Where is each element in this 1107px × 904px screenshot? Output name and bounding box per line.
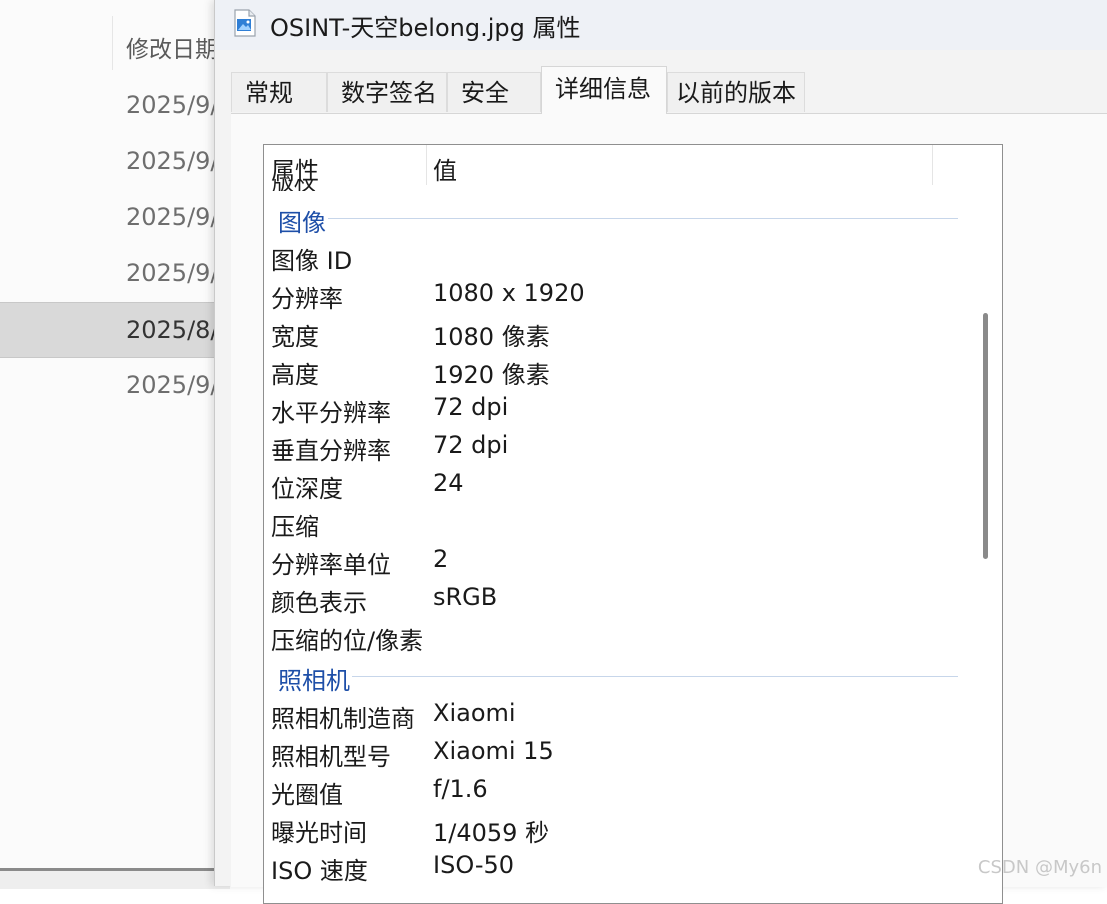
property-row[interactable]: 高度 1920 像素 xyxy=(264,353,964,391)
property-row[interactable]: 压缩的位/像素 xyxy=(264,619,964,657)
file-row[interactable]: 2025/9/ xyxy=(0,246,230,300)
file-row-date: 2025/9/ xyxy=(126,371,219,399)
property-key: 颜色表示 xyxy=(271,589,367,617)
group-header-image: 图像 xyxy=(264,203,964,238)
tab-label: 常规 xyxy=(245,79,293,107)
property-key: 垂直分辨率 xyxy=(271,437,391,465)
property-row[interactable]: 分辨率 1080 x 1920 xyxy=(264,277,964,315)
property-value: 1080 x 1920 xyxy=(433,279,585,307)
details-panel: 属性 值 版权 图像 图像 ID 分辨率 1080 x 1920 宽度 1080 像… xyxy=(231,113,1107,904)
vertical-scrollbar[interactable] xyxy=(972,185,1000,903)
property-value: ISO-50 xyxy=(433,851,515,879)
properties-dialog: OSINT-天空belong.jpg 属性 常规 数字签名 安全 详细信息 以前… xyxy=(214,0,1107,904)
property-row[interactable]: 颜色表示 sRGB xyxy=(264,581,964,619)
property-row[interactable]: 压缩 xyxy=(264,505,964,543)
property-value: 1/4059 秒 xyxy=(433,819,550,847)
property-key: 压缩 xyxy=(271,513,319,541)
property-key: 分辨率 xyxy=(271,285,343,313)
list-header: 属性 值 xyxy=(264,145,964,185)
property-row[interactable]: 照相机制造商 Xiaomi xyxy=(264,697,964,735)
file-row-date: 2025/8/ xyxy=(126,316,219,344)
property-row[interactable]: 位深度 24 xyxy=(264,467,964,505)
property-key: 照相机型号 xyxy=(271,743,391,771)
property-row[interactable]: 分辨率单位 2 xyxy=(264,543,964,581)
column-header-label: 修改日期 xyxy=(126,37,218,63)
property-row[interactable]: 垂直分辨率 72 dpi xyxy=(264,429,964,467)
property-value: Xiaomi 15 xyxy=(433,737,554,765)
column-divider[interactable] xyxy=(932,145,933,185)
tab-digital-signatures[interactable]: 数字签名 xyxy=(327,72,447,112)
property-value: sRGB xyxy=(433,583,498,611)
tab-details[interactable]: 详细信息 xyxy=(541,66,667,114)
scrollbar-thumb[interactable] xyxy=(983,313,988,559)
property-key: 水平分辨率 xyxy=(271,399,391,427)
column-header-value[interactable]: 值 xyxy=(433,151,457,186)
file-row[interactable]: 2025/9/ xyxy=(0,358,230,412)
property-value: 72 dpi xyxy=(433,431,509,459)
property-value: 1080 像素 xyxy=(433,323,550,351)
property-key: 分辨率单位 xyxy=(271,551,391,579)
property-row[interactable]: 曝光时间 1/4059 秒 xyxy=(264,811,964,849)
watermark: CSDN @My6n xyxy=(977,857,1102,878)
property-value: 72 dpi xyxy=(433,393,509,421)
tab-previous-versions[interactable]: 以前的版本 xyxy=(667,72,805,112)
file-row[interactable]: 2025/9/ xyxy=(0,78,230,132)
property-key: 宽度 xyxy=(271,323,319,351)
property-list[interactable]: 属性 值 版权 图像 图像 ID 分辨率 1080 x 1920 宽度 1080 像… xyxy=(263,144,1003,904)
file-row-date: 2025/9/ xyxy=(126,91,219,119)
property-key: ISO 速度 xyxy=(271,857,368,885)
file-row-date: 2025/9/ xyxy=(126,259,219,287)
property-key: 图像 ID xyxy=(271,247,353,275)
tab-security[interactable]: 安全 xyxy=(447,72,541,112)
file-row-date: 2025/9/ xyxy=(126,147,219,175)
group-header-camera: 照相机 xyxy=(264,661,964,696)
property-row[interactable]: ISO 速度 ISO-50 xyxy=(264,849,964,887)
tab-general[interactable]: 常规 xyxy=(231,72,327,112)
property-row[interactable]: 水平分辨率 72 dpi xyxy=(264,391,964,429)
file-row-date: 2025/9/ xyxy=(126,203,219,231)
group-divider-line xyxy=(328,218,958,219)
property-key: 位深度 xyxy=(271,475,343,503)
group-divider-line xyxy=(352,676,958,677)
partially-hidden-row: 版权 xyxy=(272,179,332,191)
tab-label: 数字签名 xyxy=(341,79,437,107)
dialog-title: OSINT-天空belong.jpg 属性 xyxy=(270,14,581,42)
property-key: 照相机制造商 xyxy=(271,705,415,733)
property-value: 2 xyxy=(433,545,449,573)
group-header-label: 图像 xyxy=(278,203,332,238)
property-key: 曝光时间 xyxy=(271,819,367,847)
file-row-selected[interactable]: 2025/8/ xyxy=(0,302,230,358)
tab-label: 以前的版本 xyxy=(676,79,796,107)
property-row[interactable]: 光圈值 f/1.6 xyxy=(264,773,964,811)
column-divider[interactable] xyxy=(426,145,427,185)
property-row[interactable]: 照相机型号 Xiaomi 15 xyxy=(264,735,964,773)
group-header-label: 照相机 xyxy=(278,661,356,696)
tab-label: 安全 xyxy=(461,79,509,107)
tab-label: 详细信息 xyxy=(555,75,651,103)
property-value: Xiaomi xyxy=(433,699,516,727)
file-row[interactable]: 2025/9/ xyxy=(0,190,230,244)
property-value: 1920 像素 xyxy=(433,361,550,389)
property-key: 高度 xyxy=(271,361,319,389)
file-row[interactable]: 2025/9/ xyxy=(0,134,230,188)
property-value: 24 xyxy=(433,469,464,497)
image-file-icon xyxy=(234,9,256,37)
property-key: 压缩的位/像素 xyxy=(271,627,424,655)
property-row[interactable]: 图像 ID xyxy=(264,239,964,277)
title-bar[interactable]: OSINT-天空belong.jpg 属性 xyxy=(215,0,1107,50)
property-key: 光圈值 xyxy=(271,781,343,809)
partial-row-text: 版权 xyxy=(272,179,316,191)
property-value: f/1.6 xyxy=(433,775,488,803)
property-row[interactable]: 宽度 1080 像素 xyxy=(264,315,964,353)
